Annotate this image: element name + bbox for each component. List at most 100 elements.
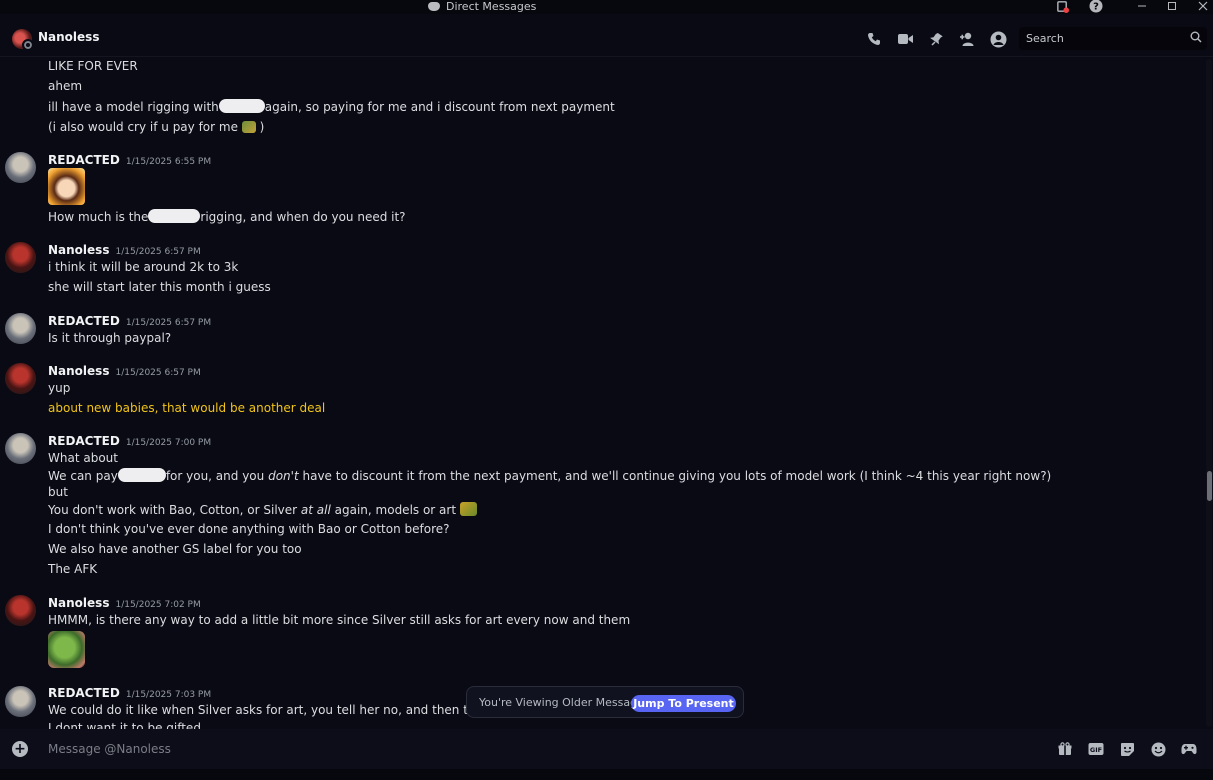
message-line: Is it through paypal? [48, 331, 172, 345]
avatar[interactable] [5, 242, 36, 273]
avatar[interactable] [5, 152, 36, 183]
message-line: about new babies, that would be another … [48, 401, 326, 415]
message-line: We can pay for you, and you don't have to… [48, 468, 1051, 483]
message-line: LIKE FOR EVER [48, 59, 138, 73]
avatar[interactable] [5, 363, 36, 394]
message-line: I dont want it to be gifted [48, 721, 201, 729]
author-name: Nanoless [48, 243, 110, 257]
older-messages-banner: You're Viewing Older Messages Jump To Pr… [466, 686, 744, 718]
message-timestamp: 1/15/2025 6:57 PM [115, 247, 201, 257]
svg-text:?: ? [1093, 2, 1099, 13]
message-line: The AFK [48, 562, 98, 576]
message-line: yup [48, 381, 71, 395]
window-titlebar: Direct Messages ? [0, 0, 1213, 14]
dm-recipient-name[interactable]: Nanoless [38, 30, 99, 44]
jump-to-present-button[interactable]: Jump To Present [631, 695, 736, 712]
message-line: How much is the rigging, and when do you … [48, 209, 406, 224]
maximize-icon[interactable] [1164, 0, 1180, 14]
message-author[interactable]: REDACTED 1/15/2025 7:03 PM [48, 686, 211, 700]
search-input[interactable]: Search [1019, 27, 1207, 50]
author-name: REDACTED [48, 686, 120, 700]
message-line: HMMM, is there any way to add a little b… [48, 613, 631, 627]
scrollbar-track[interactable] [1206, 59, 1212, 727]
message-timestamp: 1/15/2025 6:57 PM [125, 318, 212, 328]
window-title: Direct Messages [428, 0, 536, 14]
avatar[interactable] [5, 433, 36, 464]
gift-icon[interactable] [1057, 741, 1073, 757]
message-author[interactable]: REDACTED 1/15/2025 6:57 PM [48, 314, 211, 328]
author-name: REDACTED [48, 314, 120, 328]
message-author[interactable]: Nanoless 1/15/2025 7:02 PM [48, 596, 201, 610]
minimize-icon[interactable] [1134, 0, 1150, 14]
window-title-text: Direct Messages [446, 0, 537, 13]
older-messages-text: You're Viewing Older Messages [479, 696, 650, 709]
message-timestamp: 1/15/2025 6:57 PM [115, 368, 201, 378]
gif-icon[interactable]: GIF [1088, 741, 1104, 757]
author-name: Nanoless [48, 364, 110, 378]
video-icon[interactable] [895, 29, 915, 49]
activities-icon[interactable] [1181, 741, 1197, 757]
message-text: ill have a model rigging with [48, 100, 219, 114]
message-line: ahem [48, 79, 83, 93]
message-text: have to discount it from the next paymen… [302, 469, 1052, 483]
emoji-icon [459, 502, 477, 516]
scrollbar-thumb[interactable] [1207, 471, 1212, 501]
message-input[interactable]: Message @Nanoless [48, 742, 171, 756]
status-offline-icon [22, 39, 34, 51]
close-icon[interactable] [1195, 0, 1211, 14]
add-friend-icon[interactable] [957, 29, 977, 49]
message-author[interactable]: Nanoless 1/15/2025 6:57 PM [48, 243, 201, 257]
message-author[interactable]: Nanoless 1/15/2025 6:57 PM [48, 364, 201, 378]
message-line: We also have another GS label for you to… [48, 542, 302, 556]
redaction-blob [148, 209, 201, 223]
message-author[interactable]: REDACTED 1/15/2025 6:55 PM [48, 153, 211, 167]
redaction-blob [218, 99, 265, 113]
author-name: REDACTED [48, 434, 120, 448]
upload-plus-icon[interactable]: + [12, 741, 28, 757]
avatar[interactable] [5, 595, 36, 626]
message-line: but [48, 485, 68, 499]
message-author[interactable]: REDACTED 1/15/2025 7:00 PM [48, 434, 211, 448]
sticker-icon[interactable] [1119, 741, 1135, 757]
inbox-icon[interactable] [1054, 0, 1070, 14]
svg-text:GIF: GIF [1090, 746, 1102, 754]
call-icon[interactable] [864, 29, 884, 49]
message-timestamp: 1/15/2025 6:55 PM [125, 157, 212, 167]
message-text: again, models or art [334, 503, 457, 517]
message-line: You don't work with Bao, Cotton, or Silv… [48, 502, 477, 517]
pin-icon[interactable] [926, 29, 946, 49]
message-timestamp: 1/15/2025 7:02 PM [115, 600, 201, 610]
message-list: LIKE FOR EVER ahem ill have a model rigg… [0, 57, 1200, 729]
discord-logo-icon [428, 1, 440, 11]
window-bottom-edge [0, 769, 1213, 780]
sticker-image[interactable] [48, 168, 85, 205]
message-text: You don't work with Bao, Cotton, or Silv… [48, 503, 298, 517]
redaction-blob [117, 468, 166, 482]
search-icon [1190, 31, 1202, 46]
help-icon[interactable]: ? [1088, 0, 1104, 14]
dm-header: Nanoless Search [0, 22, 1213, 57]
author-name: Nanoless [48, 596, 110, 610]
message-text: rigging, and when do you need it? [200, 210, 406, 224]
sticker-image[interactable] [48, 631, 85, 668]
search-placeholder: Search [1026, 32, 1064, 45]
avatar[interactable] [5, 313, 36, 344]
message-line: (i also would cry if u pay for me ) [48, 120, 264, 134]
profile-icon[interactable] [988, 29, 1008, 49]
message-line: she will start later this month i guess [48, 280, 271, 294]
message-text: for you, and you [165, 469, 265, 483]
avatar[interactable] [5, 686, 36, 717]
emoji-icon [241, 121, 256, 133]
avatar[interactable] [12, 29, 34, 51]
message-text: don't [268, 469, 299, 483]
message-text: at all [300, 503, 331, 517]
message-text: (i also would cry if u pay for me [48, 120, 238, 134]
author-name: REDACTED [48, 153, 120, 167]
message-timestamp: 1/15/2025 7:00 PM [125, 438, 212, 448]
message-line: ill have a model rigging with again, so p… [48, 99, 615, 114]
emoji-icon[interactable] [1150, 741, 1166, 757]
message-line: i think it will be around 2k to 3k [48, 260, 239, 274]
message-composer: + Message @Nanoless GIF [0, 729, 1213, 769]
message-timestamp: 1/15/2025 7:03 PM [125, 690, 212, 700]
message-text: We can pay [48, 469, 118, 483]
